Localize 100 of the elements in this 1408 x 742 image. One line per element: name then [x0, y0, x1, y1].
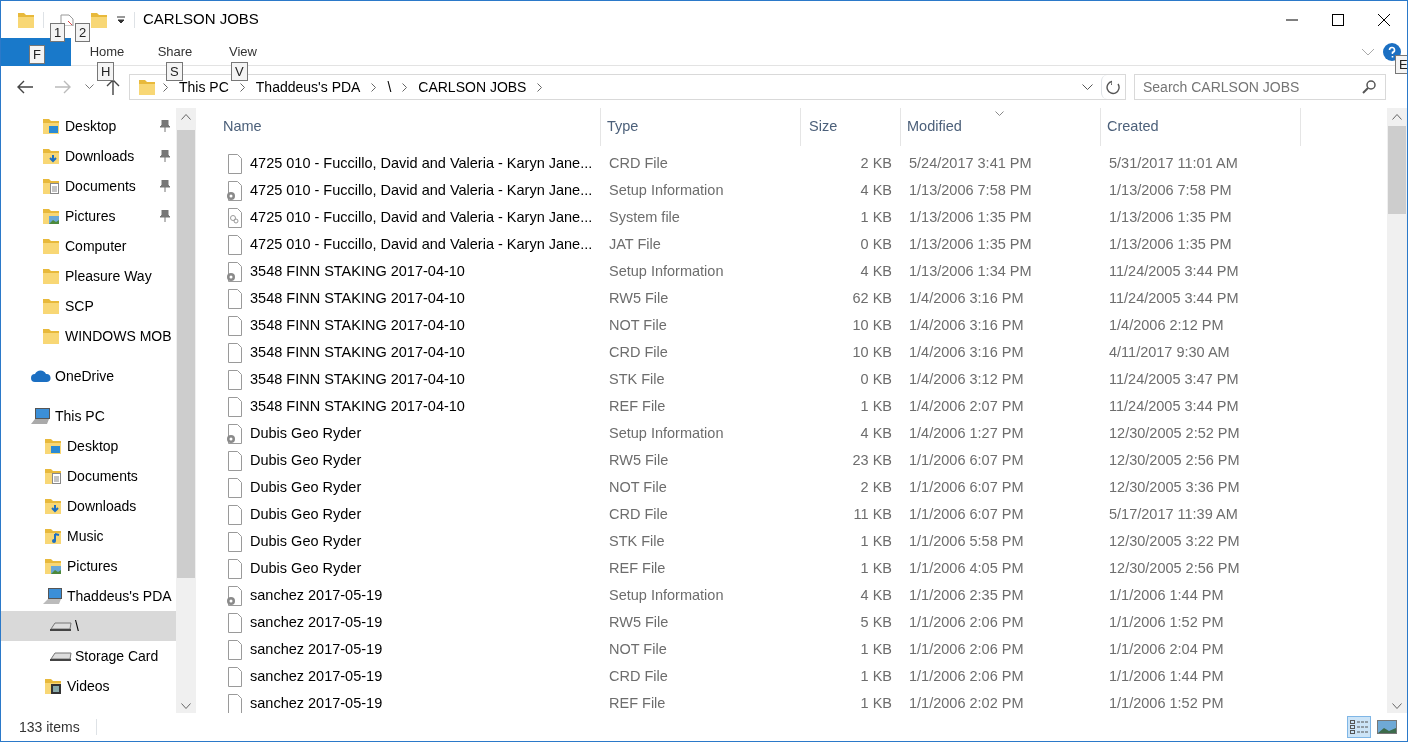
file-name[interactable]: sanchez 2017-05-19	[250, 584, 383, 607]
settings-file-icon	[227, 261, 243, 282]
file-name[interactable]: Dubis Geo Ryder	[250, 476, 362, 499]
scrollbar-thumb[interactable]	[177, 130, 195, 578]
file-name[interactable]: Dubis Geo Ryder	[250, 530, 362, 553]
cloud-icon	[31, 370, 51, 382]
expand-ribbon-button[interactable]	[1361, 47, 1375, 56]
table-cell-text: 12/30/2005 2:56 PM	[1108, 450, 1241, 470]
file-icon	[227, 234, 243, 255]
table-cell-text: 1/13/2006 1:34 PM	[908, 261, 1033, 281]
sidebar-item[interactable]: Documents	[1, 461, 176, 491]
file-name[interactable]: 3548 FINN STAKING 2017-04-10	[250, 314, 465, 337]
keytip-tooltip: E	[1395, 55, 1407, 74]
breadcrumb-item[interactable]: CARLSON JOBS	[414, 76, 531, 98]
table-cell-text: 11/24/2005 3:47 PM	[1108, 369, 1240, 389]
properties-button[interactable]	[60, 13, 74, 26]
sidebar-item[interactable]: Music	[1, 521, 176, 551]
table-cell-text: 10 KB	[851, 315, 893, 335]
keytip-tooltip: 2	[75, 23, 91, 42]
sidebar-item[interactable]: Downloads	[1, 491, 176, 521]
window-title: CARLSON JOBS	[143, 9, 260, 30]
table-cell-text: Setup Information	[608, 585, 725, 605]
sidebar-item[interactable]: WINDOWS MOB	[1, 321, 176, 351]
file-name[interactable]: sanchez 2017-05-19	[250, 638, 383, 661]
table-cell-text: JAT File	[608, 234, 662, 254]
table-cell-text: 11/24/2005 3:44 PM	[1108, 261, 1240, 281]
folder-icon	[42, 328, 60, 344]
sidebar-item[interactable]: Pleasure Way	[1, 261, 176, 291]
column-header[interactable]: Size	[801, 108, 901, 146]
file-icon	[227, 693, 243, 713]
scroll-down-button[interactable]	[1392, 703, 1402, 709]
chevron-down-icon	[1392, 703, 1402, 709]
table-cell-text: Setup Information	[608, 423, 725, 443]
breadcrumb-item[interactable]: Thaddeus's PDA	[251, 76, 365, 98]
documents-folder-icon	[42, 178, 60, 194]
sidebar-item[interactable]: SCP	[1, 291, 176, 321]
file-name[interactable]: 4725 010 - Fuccillo, David and Valeria - Karyn Jane...	[250, 152, 593, 175]
file-icon	[227, 342, 243, 363]
column-header[interactable]: Modified	[901, 108, 1101, 146]
table-cell-text: 1/4/2006 3:16 PM	[908, 315, 1025, 335]
search-field[interactable]: Search CARLSON JOBS	[1134, 74, 1386, 100]
table-cell-text: 11 KB	[852, 504, 893, 524]
file-name[interactable]: Dubis Geo Ryder	[250, 557, 362, 580]
scroll-up-button[interactable]	[181, 114, 191, 120]
table-cell-text: 1/1/2006 1:52 PM	[1108, 612, 1225, 632]
file-name[interactable]: 3548 FINN STAKING 2017-04-10	[250, 368, 465, 391]
chevron-right-icon	[371, 82, 377, 92]
file-name[interactable]: Dubis Geo Ryder	[250, 503, 362, 526]
table-cell-text: 12/30/2005 2:52 PM	[1108, 423, 1241, 443]
file-name[interactable]: sanchez 2017-05-19	[250, 611, 383, 634]
scroll-up-button[interactable]	[1392, 114, 1402, 120]
sidebar-item[interactable]: Desktop	[1, 431, 176, 461]
table-cell-text: REF File	[608, 558, 667, 578]
table-cell-text: 1/1/2006 1:44 PM	[1108, 585, 1225, 605]
up-button[interactable]	[106, 79, 120, 95]
sort-descending-icon	[995, 111, 1004, 116]
sidebar-item[interactable]: Computer	[1, 231, 176, 261]
file-name[interactable]: 3548 FINN STAKING 2017-04-10	[250, 341, 465, 364]
settings-file-icon	[227, 423, 243, 444]
sidebar-item[interactable]: Videos	[1, 671, 176, 701]
file-name[interactable]: 4725 010 - Fuccillo, David and Valeria - Karyn Jane...	[250, 206, 593, 229]
table-cell-text: CRD File	[608, 342, 669, 362]
file-name[interactable]: 3548 FINN STAKING 2017-04-10	[250, 287, 465, 310]
file-icon	[227, 612, 243, 633]
sidebar-item[interactable]: Storage Card	[1, 641, 176, 671]
table-cell-text: 1/4/2006 3:16 PM	[908, 288, 1025, 308]
file-name[interactable]: 4725 010 - Fuccillo, David and Valeria - Karyn Jane...	[250, 233, 593, 256]
sidebar-item[interactable]: Desktop	[1, 111, 176, 141]
scrollbar-thumb[interactable]	[1388, 126, 1406, 214]
scroll-down-button[interactable]	[181, 703, 191, 709]
file-name[interactable]: 3548 FINN STAKING 2017-04-10	[250, 395, 465, 418]
downloads-folder-icon	[42, 148, 60, 164]
sidebar-item[interactable]: OneDrive	[1, 361, 176, 391]
table-cell-text: 1/1/2006 2:06 PM	[908, 666, 1025, 686]
file-name[interactable]: Dubis Geo Ryder	[250, 449, 362, 472]
recent-locations-button[interactable]	[85, 84, 94, 90]
sidebar-item[interactable]: Documents	[1, 171, 176, 201]
file-name[interactable]: sanchez 2017-05-19	[250, 692, 383, 713]
table-cell-text: NOT File	[608, 477, 668, 497]
column-header[interactable]: Created	[1101, 108, 1301, 146]
details-view-button[interactable]	[1347, 716, 1371, 738]
file-name[interactable]: 4725 010 - Fuccillo, David and Valeria - Karyn Jane...	[250, 179, 593, 202]
file-name[interactable]: Dubis Geo Ryder	[250, 422, 362, 445]
sidebar-item[interactable]: This PC	[1, 401, 176, 431]
customize-toolbar-button[interactable]	[116, 15, 126, 24]
breadcrumb-item[interactable]: \	[383, 76, 396, 98]
sidebar-item[interactable]: Pictures	[1, 201, 176, 231]
file-icon	[227, 639, 243, 660]
table-cell-text: CRD File	[608, 504, 669, 524]
sidebar-item[interactable]: \	[1, 611, 176, 641]
column-header[interactable]: Type	[601, 108, 801, 146]
sidebar-item[interactable]: Pictures	[1, 551, 176, 581]
back-button[interactable]	[17, 80, 33, 94]
file-name[interactable]: sanchez 2017-05-19	[250, 665, 383, 688]
sidebar-item[interactable]: Downloads	[1, 141, 176, 171]
file-name[interactable]: 3548 FINN STAKING 2017-04-10	[250, 260, 465, 283]
search-icon	[1362, 80, 1376, 94]
chevron-down-icon	[85, 84, 94, 90]
sidebar-item[interactable]: Thaddeus's PDA	[1, 581, 176, 611]
column-header[interactable]: Name	[217, 108, 601, 146]
